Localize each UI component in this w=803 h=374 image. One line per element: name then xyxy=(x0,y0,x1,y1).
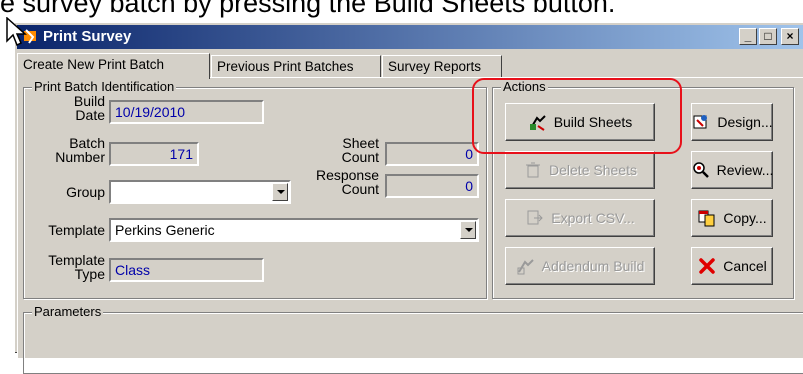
minimize-button[interactable]: _ xyxy=(739,28,757,45)
export-icon xyxy=(525,208,545,228)
review-label: Review... xyxy=(716,162,774,178)
mouse-cursor-icon xyxy=(6,17,27,47)
design-icon xyxy=(691,112,711,132)
addendum-build-button[interactable]: Addendum Build xyxy=(505,247,655,285)
delete-icon xyxy=(523,160,543,180)
cancel-button[interactable]: Cancel xyxy=(691,247,773,285)
design-label: Design... xyxy=(717,114,773,130)
template-type-label: Template Type xyxy=(48,252,105,282)
review-button[interactable]: Review... xyxy=(691,151,773,189)
print-batch-identification-group: Print Batch Identification Build Date 10… xyxy=(23,79,487,299)
export-csv-label: Export CSV... xyxy=(551,210,635,226)
addendum-icon xyxy=(516,256,536,276)
batch-number-label: Batch Number xyxy=(55,135,105,165)
addendum-build-label: Addendum Build xyxy=(541,258,645,274)
close-icon xyxy=(697,256,717,276)
group-legend: Print Batch Identification xyxy=(32,79,177,94)
tab-panel: Print Batch Identification Build Date 10… xyxy=(17,77,803,374)
tab-previous-print-batches[interactable]: Previous Print Batches xyxy=(211,55,381,77)
template-label: Template xyxy=(48,222,105,238)
group-legend: Parameters xyxy=(32,304,104,319)
print-survey-window: Print Survey _ □ × Create New Print Batc… xyxy=(14,22,803,374)
close-button[interactable]: × xyxy=(781,28,799,45)
copy-label: Copy... xyxy=(723,210,767,226)
copy-button[interactable]: Copy... xyxy=(691,199,773,237)
maximize-button[interactable]: □ xyxy=(759,28,777,45)
window-title: Print Survey xyxy=(43,28,132,45)
instruction-caption: e survey batch by pressing the Build She… xyxy=(0,0,616,18)
build-date-field: 10/19/2010 xyxy=(109,100,264,124)
title-bar: Print Survey _ □ × xyxy=(17,25,803,49)
build-date-label: Build Date xyxy=(73,93,105,123)
chevron-down-icon[interactable] xyxy=(460,221,476,239)
tab-create-new-print-batch[interactable]: Create New Print Batch xyxy=(17,53,210,79)
delete-sheets-button[interactable]: Delete Sheets xyxy=(505,151,655,189)
response-count-label: Response Count xyxy=(315,167,379,197)
build-sheets-highlight xyxy=(472,78,682,154)
group-combobox[interactable] xyxy=(109,180,291,204)
sheet-count-field: 0 xyxy=(385,142,479,166)
template-type-field: Class xyxy=(109,258,264,282)
tab-survey-reports[interactable]: Survey Reports xyxy=(382,55,502,77)
design-button[interactable]: Design... xyxy=(691,103,773,141)
cancel-label: Cancel xyxy=(723,258,767,274)
magnifier-icon xyxy=(691,160,711,180)
parameters-group: Parameters xyxy=(23,304,803,374)
response-count-field: 0 xyxy=(385,174,479,198)
group-label: Group xyxy=(66,184,105,200)
copy-icon xyxy=(697,208,717,228)
batch-number-field: 171 xyxy=(109,142,199,166)
sheet-count-label: Sheet Count xyxy=(341,135,379,165)
template-combobox[interactable]: Perkins Generic xyxy=(109,218,479,242)
chevron-down-icon[interactable] xyxy=(272,183,288,201)
delete-sheets-label: Delete Sheets xyxy=(549,162,637,178)
export-csv-button[interactable]: Export CSV... xyxy=(505,199,655,237)
